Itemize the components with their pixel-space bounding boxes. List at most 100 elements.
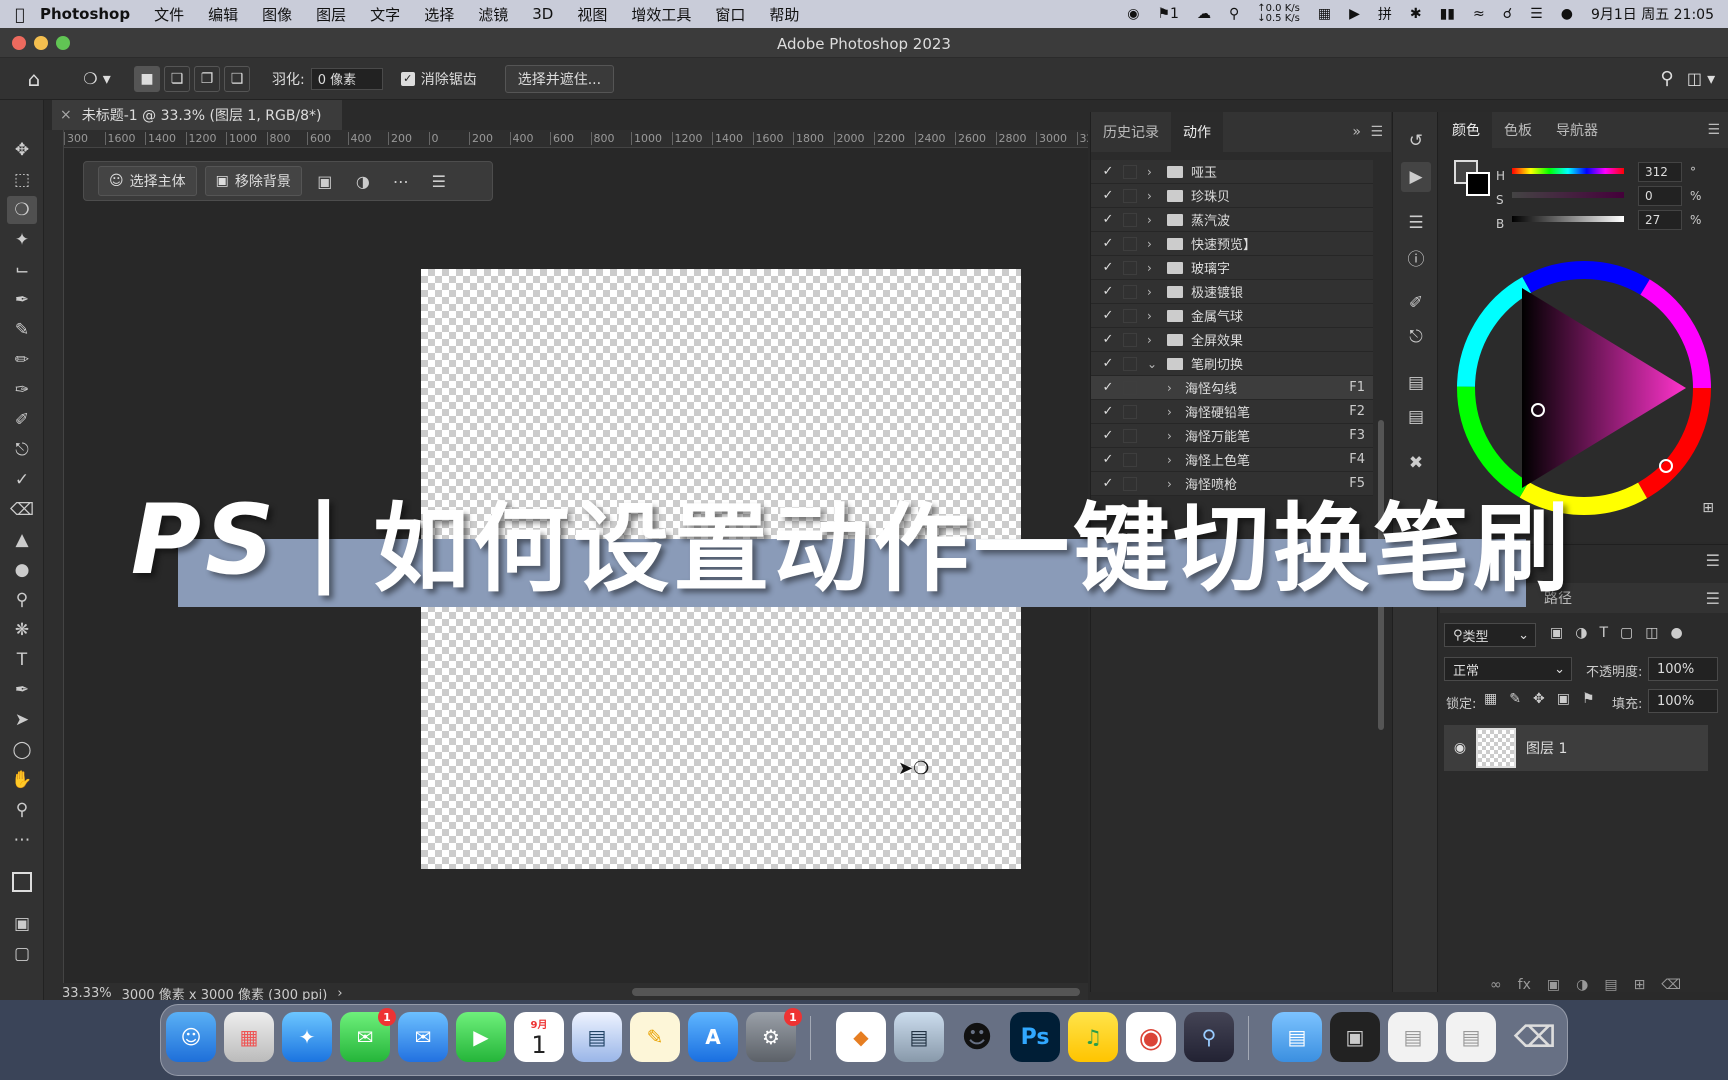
qq-music-icon[interactable]: ♫ [1068, 1012, 1118, 1062]
recent-window-icon-2[interactable]: ▤ [1388, 1012, 1438, 1062]
search-icon[interactable]: ⚲ [1652, 65, 1682, 93]
chevron-right-icon[interactable]: › [1147, 165, 1161, 179]
dodge-tool-icon[interactable]: ⚲ [7, 586, 37, 614]
menu-filter[interactable]: 滤镜 [478, 4, 508, 25]
action-row[interactable]: ✓ › 金属气球 [1091, 304, 1373, 328]
recent-window-icon-1[interactable]: ▣ [1330, 1012, 1380, 1062]
subtract-selection-icon[interactable]: ❐ [194, 65, 220, 92]
action-checkmark-icon[interactable]: ✓ [1097, 356, 1119, 371]
wifi-icon[interactable]: ≈ [1473, 6, 1485, 22]
action-checkmark-icon[interactable]: ✓ [1097, 212, 1119, 227]
record-icon[interactable]: ◉ [1127, 6, 1139, 22]
play-circle-icon[interactable]: ▶ [1349, 6, 1360, 22]
screen-mode-icon[interactable]: ▢ [7, 940, 37, 968]
move-tool-icon[interactable]: ✥ [7, 136, 37, 164]
dialog-toggle-box[interactable] [1123, 260, 1137, 275]
chevron-right-icon[interactable]: › [1147, 285, 1161, 299]
dialog-toggle-box[interactable] [1123, 428, 1137, 443]
filter-toggle-icon[interactable]: ● [1670, 625, 1682, 641]
settings-sliders-icon[interactable]: ☰ [424, 166, 454, 196]
filter-shape-icon[interactable]: ▢ [1620, 625, 1633, 641]
action-row[interactable]: ✓ ⌄ 笔刷切换 [1091, 352, 1373, 376]
type-tool-icon[interactable]: T [7, 646, 37, 674]
saturation-slider[interactable] [1512, 192, 1624, 198]
horizontal-scrollbar[interactable] [632, 988, 1080, 996]
calendar-icon[interactable]: 9月 1 [514, 1012, 564, 1062]
menu-layer[interactable]: 图层 [316, 4, 346, 25]
dialog-toggle-box[interactable] [1123, 188, 1137, 203]
system-settings-icon[interactable]: ⚙ 1 [746, 1008, 802, 1062]
dialog-toggle-box[interactable] [1123, 308, 1137, 323]
close-tab-icon[interactable]: × [60, 107, 72, 123]
ellipse-tool-icon[interactable]: ◯ [7, 736, 37, 764]
menu-window[interactable]: 窗口 [715, 4, 745, 25]
gaomon-icon[interactable]: ◆ [836, 1012, 886, 1062]
action-row[interactable]: ✓ › 哑玉 [1091, 160, 1373, 184]
delete-layer-icon[interactable]: ⌫ [1661, 977, 1681, 993]
apple-icon[interactable]:  [0, 5, 40, 24]
recent-window-icon-3[interactable]: ▤ [1446, 1012, 1496, 1062]
new-selection-icon[interactable]: ■ [134, 65, 160, 92]
dialog-toggle-box[interactable] [1123, 236, 1137, 251]
background-color-swatch[interactable] [1466, 172, 1490, 196]
magic-wand-tool-icon[interactable]: ✦ [7, 226, 37, 254]
brightness-input[interactable]: 27 [1638, 210, 1682, 230]
downloads-folder-icon[interactable]: ▤ [1272, 1012, 1322, 1062]
add-mask-icon[interactable]: ▣ [1547, 977, 1560, 993]
facetime-icon[interactable]: ▶ [456, 1012, 506, 1062]
mail-icon[interactable]: ✉ [398, 1012, 448, 1062]
brightness-slider[interactable] [1512, 216, 1624, 222]
adjustment-layer-icon[interactable]: ◑ [1576, 977, 1588, 993]
libraries-icon[interactable]: ▤ [1401, 368, 1431, 398]
menu-image[interactable]: 图像 [262, 4, 292, 25]
chevron-right-icon[interactable]: › [1167, 429, 1181, 443]
eye-icon[interactable]: ◉ [1444, 740, 1476, 756]
battery-icon[interactable]: ▮▮ [1440, 6, 1455, 22]
bluetooth-icon[interactable]: ✱ [1410, 6, 1422, 22]
action-row[interactable]: ✓ › 海怪上色笔 F4 [1091, 448, 1373, 472]
chevron-right-icon[interactable]: › [1147, 213, 1161, 227]
action-checkmark-icon[interactable]: ✓ [1097, 260, 1119, 275]
menu-select[interactable]: 选择 [424, 4, 454, 25]
siri-icon[interactable]: ● [1561, 6, 1573, 22]
menu-edit[interactable]: 编辑 [208, 4, 238, 25]
lasso-preset-icon[interactable]: ❍ ▾ [72, 65, 122, 93]
transform-icon[interactable]: ▣ [310, 166, 340, 196]
color-panel-menu-icon[interactable]: ☰ [1707, 122, 1720, 138]
info-icon[interactable]: ⓘ [1401, 242, 1431, 272]
dialog-toggle-box[interactable] [1123, 452, 1137, 467]
chevron-right-icon[interactable]: › [337, 986, 342, 1001]
control-center-icon[interactable]: ☰ [1530, 6, 1543, 22]
quicktime-icon[interactable]: ⚲ [1184, 1012, 1234, 1062]
action-row[interactable]: ✓ › 极速镀银 [1091, 280, 1373, 304]
action-checkmark-icon[interactable]: ✓ [1097, 236, 1119, 251]
chevron-right-icon[interactable]: › [1167, 453, 1181, 467]
grid-icon[interactable]: ▦ [1318, 6, 1331, 22]
brush-settings-icon[interactable]: ✐ [1401, 288, 1431, 318]
color-swatch-icon[interactable] [7, 862, 37, 902]
document-tab[interactable]: × 未标题-1 @ 33.3% (图层 1, RGB/8*) [52, 100, 342, 130]
menu-3d[interactable]: 3D [532, 5, 553, 23]
new-group-icon[interactable]: ▤ [1604, 977, 1617, 993]
search-app-icon[interactable]: ⚲ [1229, 6, 1239, 22]
menu-view[interactable]: 视图 [577, 4, 607, 25]
history-panel-icon[interactable]: ↺ [1401, 126, 1431, 156]
launchpad-icon[interactable]: ▦ [224, 1012, 274, 1062]
dialog-toggle-box[interactable] [1123, 212, 1137, 227]
action-checkmark-icon[interactable]: ✓ [1097, 428, 1119, 443]
tab-actions[interactable]: 动作 [1171, 112, 1223, 152]
dialog-toggle-box[interactable] [1123, 356, 1137, 371]
finder-icon[interactable]: ☺ [166, 1012, 216, 1062]
pen-tool-icon[interactable]: ✒ [7, 676, 37, 704]
chevron-right-icon[interactable]: › [1147, 237, 1161, 251]
chevron-right-icon[interactable]: › [1147, 261, 1161, 275]
panel-menu-icon[interactable]: ☰ [1370, 124, 1383, 140]
clone-source-icon[interactable]: ⎋ [1401, 322, 1431, 352]
expand-panel-icon[interactable]: » [1352, 124, 1361, 140]
add-color-icon[interactable]: ⊞ [1702, 500, 1714, 516]
qq-icon[interactable]: ☻ [952, 1012, 1002, 1062]
fx-icon[interactable]: fx [1518, 977, 1531, 993]
feather-input[interactable]: 0 像素 [310, 67, 383, 90]
menu-type[interactable]: 文字 [370, 4, 400, 25]
preview-icon[interactable]: ▤ [894, 1012, 944, 1062]
